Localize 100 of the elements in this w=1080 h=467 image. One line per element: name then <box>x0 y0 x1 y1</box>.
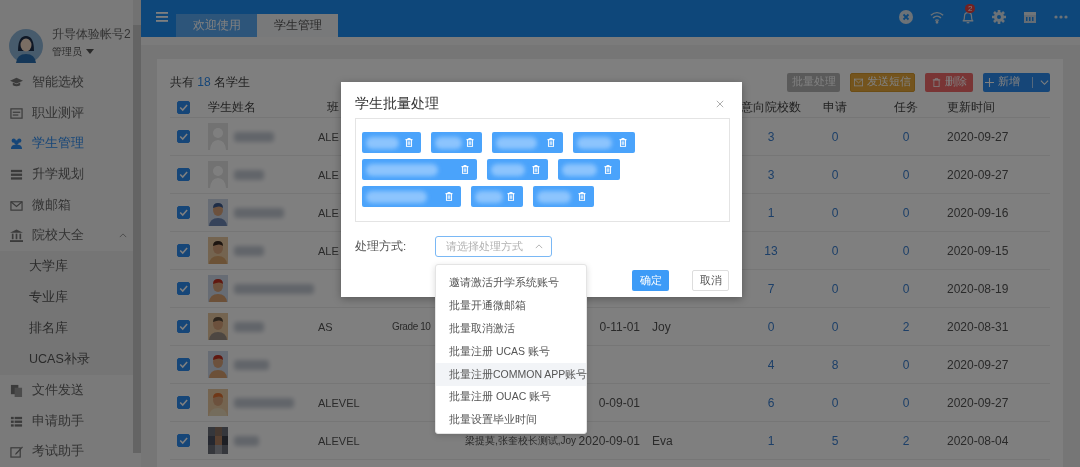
scrollbar[interactable] <box>133 0 141 453</box>
student-chip[interactable] <box>471 186 523 207</box>
toolbar-button[interactable]: 删除 <box>925 72 973 92</box>
student-chip[interactable] <box>431 132 482 153</box>
trash-icon[interactable] <box>461 165 469 174</box>
bell-icon[interactable] <box>961 10 975 24</box>
count-link[interactable]: 0 <box>902 243 910 258</box>
submenu-item[interactable]: 大学库 <box>0 251 133 283</box>
row-checkbox[interactable] <box>177 320 190 333</box>
menu-item[interactable]: 升学规划 <box>0 159 133 190</box>
student-chip[interactable] <box>573 132 635 153</box>
menu-item[interactable]: 职业测评 <box>0 98 133 129</box>
student-chip[interactable] <box>487 159 548 180</box>
menu-item[interactable]: 院校大全 <box>0 220 133 252</box>
blurred-name <box>234 321 264 332</box>
dropdown-option[interactable]: 批量注册 UCAS 账号 <box>436 340 586 364</box>
trash-icon[interactable] <box>466 138 474 147</box>
row-checkbox[interactable] <box>177 282 190 295</box>
dropdown-option[interactable]: 批量设置毕业时间 <box>436 408 586 432</box>
gear-icon[interactable] <box>992 10 1006 24</box>
close-icon[interactable] <box>716 99 724 108</box>
count-link[interactable]: 0 <box>902 281 910 296</box>
count-link[interactable]: 8 <box>831 357 839 372</box>
student-chip[interactable] <box>533 186 594 207</box>
count-link[interactable]: 0 <box>902 357 910 372</box>
count-link[interactable]: 7 <box>767 281 775 296</box>
wifi-icon[interactable] <box>930 10 944 24</box>
cancel-button[interactable]: 取消 <box>692 270 729 291</box>
count-link[interactable]: 0 <box>902 167 910 182</box>
row-checkbox[interactable] <box>177 358 190 371</box>
student-chip[interactable] <box>558 159 620 180</box>
count-link[interactable]: 3 <box>767 129 775 144</box>
toolbar-button[interactable]: 发送短信 <box>850 72 915 92</box>
count-link[interactable]: 2 <box>902 319 910 334</box>
student-chip[interactable] <box>362 159 477 180</box>
calendar-icon[interactable] <box>1023 10 1037 24</box>
count-link[interactable]: 5 <box>831 433 839 448</box>
caret-icon[interactable] <box>1039 77 1049 87</box>
close-icon[interactable] <box>899 10 913 24</box>
count-link[interactable]: 0 <box>902 395 910 410</box>
trash-icon[interactable] <box>445 192 453 201</box>
count-link[interactable]: 0 <box>902 205 910 220</box>
count-link[interactable]: 2 <box>902 433 910 448</box>
menu-item[interactable]: 微邮箱 <box>0 189 133 221</box>
row-checkbox[interactable] <box>177 130 190 143</box>
blurred-name <box>491 163 526 176</box>
student-chip[interactable] <box>362 186 461 207</box>
count-link[interactable]: 0 <box>831 243 839 258</box>
row-checkbox[interactable] <box>177 206 190 219</box>
menu-icon[interactable] <box>156 12 168 22</box>
count-link[interactable]: 0 <box>831 129 839 144</box>
add-button[interactable]: 新增 <box>983 72 1050 92</box>
method-select[interactable]: 请选择处理方式 <box>435 236 552 257</box>
trash-icon[interactable] <box>532 165 540 174</box>
row-checkbox[interactable] <box>177 244 190 257</box>
trash-icon[interactable] <box>619 138 627 147</box>
select-all-checkbox[interactable] <box>177 100 190 114</box>
count-link[interactable]: 0 <box>902 129 910 144</box>
trash-icon[interactable] <box>547 138 555 147</box>
dropdown-option[interactable]: 批量注册 OUAC 账号 <box>436 386 586 409</box>
table-cell: 2020-08-19 <box>947 281 1009 296</box>
table-cell: 2020-09-16 <box>947 205 1009 220</box>
dropdown-option[interactable]: 批量开通微邮箱 <box>436 294 586 318</box>
count-link[interactable]: 6 <box>767 395 775 410</box>
confirm-button[interactable]: 确定 <box>632 270 669 291</box>
submenu-item[interactable]: 专业库 <box>0 282 133 314</box>
count-link[interactable]: 0 <box>831 281 839 296</box>
menu-item[interactable]: 学生管理 <box>0 128 133 160</box>
trash-icon[interactable] <box>405 138 413 147</box>
menu-item[interactable]: 智能选校 <box>0 67 133 99</box>
dropdown-option[interactable]: 批量取消激活 <box>436 317 586 341</box>
row-checkbox[interactable] <box>177 168 190 181</box>
count-link[interactable]: 0 <box>831 319 839 334</box>
submenu-item[interactable]: UCAS补录 <box>0 344 133 376</box>
count-link[interactable]: 0 <box>767 319 775 334</box>
trash-icon[interactable] <box>578 192 586 201</box>
submenu-item[interactable]: 排名库 <box>0 313 133 345</box>
dropdown-option[interactable]: 邀请激活升学系统账号 <box>436 272 586 295</box>
count-link[interactable]: 1 <box>767 205 775 220</box>
count-link[interactable]: 0 <box>831 395 839 410</box>
row-checkbox[interactable] <box>177 396 190 409</box>
row-checkbox[interactable] <box>177 434 190 447</box>
menu-item[interactable]: 文件发送 <box>0 375 133 406</box>
tab[interactable]: 学生管理 <box>257 14 338 37</box>
count-link[interactable]: 4 <box>767 357 775 372</box>
trash-icon[interactable] <box>604 165 612 174</box>
tab[interactable]: 欢迎使用 <box>176 14 257 37</box>
role-dropdown[interactable]: 管理员 <box>52 44 131 59</box>
user-avatar-icon <box>9 29 43 64</box>
count-link[interactable]: 3 <box>767 167 775 182</box>
student-chip[interactable] <box>362 132 421 153</box>
dropdown-option[interactable]: 批量注册COMMON APP账号 <box>436 363 586 386</box>
menu-item[interactable]: 申请助手 <box>0 405 133 437</box>
count-link[interactable]: 0 <box>831 205 839 220</box>
count-link[interactable]: 13 <box>764 243 778 258</box>
trash-icon[interactable] <box>507 192 515 201</box>
count-link[interactable]: 1 <box>767 433 775 448</box>
menu-item[interactable]: 考试助手 <box>0 436 133 467</box>
student-chip[interactable] <box>492 132 563 153</box>
count-link[interactable]: 0 <box>831 167 839 182</box>
